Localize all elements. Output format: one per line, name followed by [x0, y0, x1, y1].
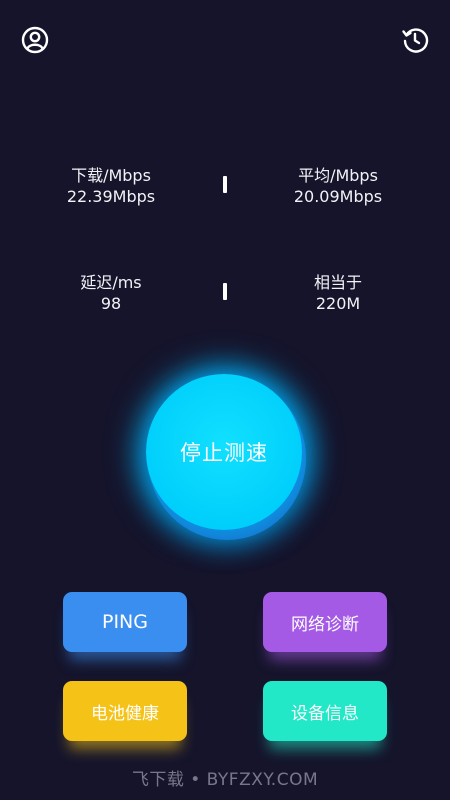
latency-value: 98 — [100, 294, 122, 313]
download-label: 下载/Mbps — [71, 166, 151, 185]
average-stat: 平均/Mbps 20.09Mbps — [258, 165, 418, 207]
download-stat: 下载/Mbps 22.39Mbps — [31, 165, 191, 207]
history-icon[interactable] — [401, 26, 429, 54]
equivalent-value: 220M — [315, 294, 361, 313]
equivalent-stat: 相当于 220M — [258, 272, 418, 314]
user-profile-icon[interactable] — [21, 26, 49, 54]
ping-button[interactable]: PING — [63, 592, 187, 652]
average-value: 20.09Mbps — [293, 187, 383, 206]
battery-health-button[interactable]: 电池健康 — [63, 681, 187, 741]
stop-test-button[interactable]: 停止测速 — [146, 374, 302, 530]
stat-divider — [223, 176, 227, 193]
network-diagnosis-button[interactable]: 网络诊断 — [263, 592, 387, 652]
latency-stat: 延迟/ms 98 — [31, 272, 191, 314]
download-value: 22.39Mbps — [66, 187, 156, 206]
latency-label: 延迟/ms — [80, 273, 142, 292]
stat-divider — [223, 283, 227, 300]
speed-test-screen: 下载/Mbps 22.39Mbps 平均/Mbps 20.09Mbps 延迟/m… — [0, 0, 450, 800]
average-label: 平均/Mbps — [298, 166, 378, 185]
equivalent-label: 相当于 — [313, 273, 362, 292]
watermark: 飞下载 • BYFZXY.COM — [131, 770, 319, 790]
device-info-button[interactable]: 设备信息 — [263, 681, 387, 741]
